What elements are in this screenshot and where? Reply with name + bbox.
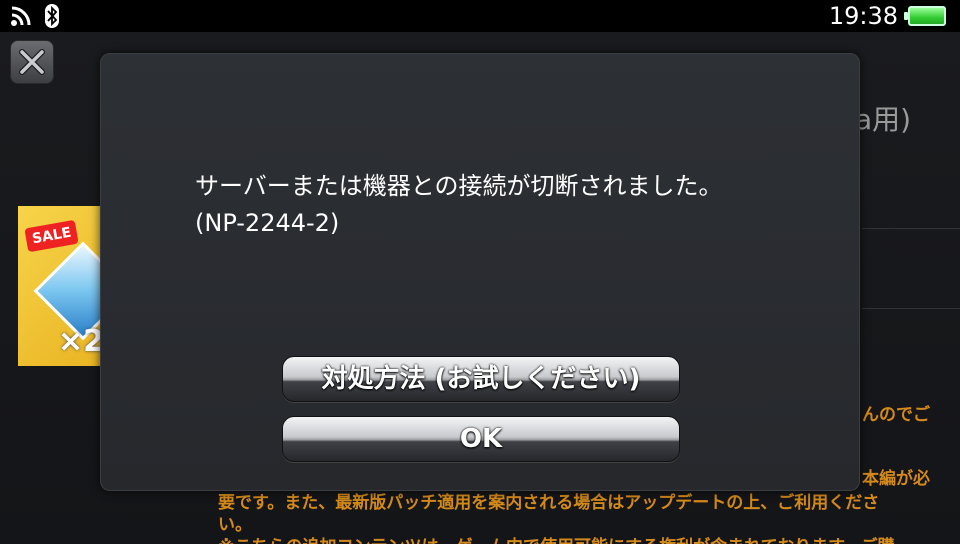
description-text: ※こちらの追加コンテンツは、ゲーム内で使用可能にする権利が含まれております。ご購 (218, 532, 894, 544)
battery-icon (904, 6, 946, 26)
bluetooth-icon (44, 4, 60, 32)
wifi-icon (10, 5, 34, 31)
description-text: 本編が必 (862, 469, 930, 489)
error-dialog: サーバーまたは機器との接続が切断されました。 (NP-2244-2) 対処方法 … (100, 53, 860, 491)
error-message: サーバーまたは機器との接続が切断されました。 (NP-2244-2) (195, 168, 723, 242)
ok-button[interactable]: OK (282, 416, 680, 462)
divider (862, 308, 960, 309)
quantity-label: ×2 (58, 324, 105, 359)
error-code: (NP-2244-2) (195, 209, 340, 237)
troubleshoot-button[interactable]: 対処方法 (お試しください) (282, 356, 680, 402)
close-icon (19, 49, 45, 75)
close-button[interactable] (10, 40, 54, 84)
status-bar: 19:38 (0, 0, 960, 32)
clock: 19:38 (828, 2, 898, 30)
error-message-text: サーバーまたは機器との接続が切断されました。 (195, 172, 723, 200)
status-icons (10, 4, 60, 32)
background-title: a用) (855, 103, 912, 136)
description-text: んのでご (862, 405, 930, 425)
divider (862, 228, 960, 229)
description-text: 要です。また、最新版パッチ適用を案内される場合はアップデートの上、ご利用くださ (218, 493, 880, 513)
product-thumbnail[interactable]: SALE ×2 (18, 206, 106, 366)
sale-badge: SALE (24, 219, 80, 253)
